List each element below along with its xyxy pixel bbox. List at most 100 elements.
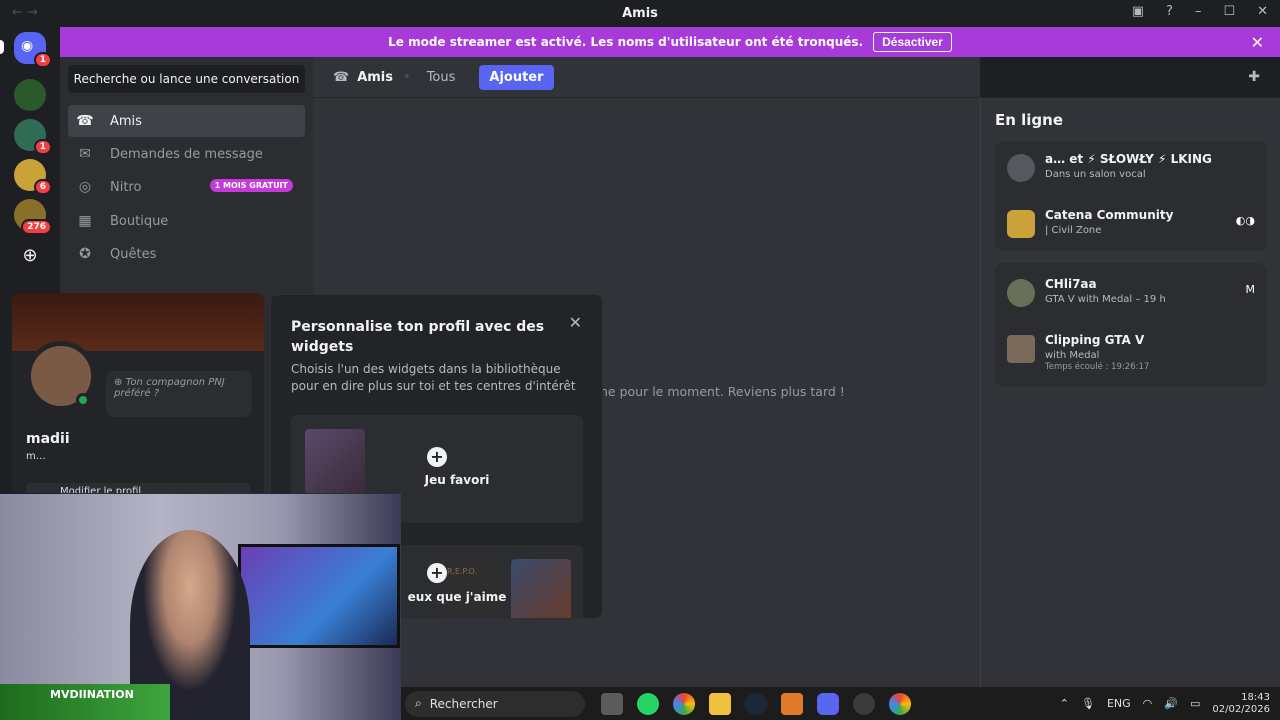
- server-icon-2[interactable]: 1: [14, 119, 52, 155]
- mic-icon[interactable]: 🎙: [1081, 697, 1095, 710]
- server-icon-mvdiination[interactable]: [14, 79, 46, 111]
- discord-home-button[interactable]: ◉ 1: [14, 32, 52, 68]
- tab-all[interactable]: Tous: [427, 70, 456, 85]
- active-now-heading: En ligne: [995, 111, 1064, 129]
- activity-sub: with Medal: [1045, 350, 1100, 361]
- server-icon-3[interactable]: 6: [14, 159, 52, 195]
- activity-item[interactable]: Clipping GTA V with Medal Temps écoulé :…: [995, 325, 1267, 385]
- search-icon: ⌕: [415, 696, 422, 710]
- medal-icon: M: [1245, 283, 1256, 296]
- game-thumbnail: [305, 429, 365, 493]
- discord-taskbar-icon[interactable]: [817, 692, 839, 715]
- participants-avatars: ◐◑: [1235, 214, 1255, 227]
- webcam-overlay: MVDIINATION: [0, 494, 401, 720]
- shop-icon: ▦: [78, 213, 92, 229]
- activity-item[interactable]: CHli7aa GTA V with Medal – 19 h M: [995, 269, 1267, 319]
- elapsed-time: Temps écoulé : 19:26:17: [1045, 362, 1150, 372]
- sidebar-item-nitro[interactable]: ◎ Nitro 1 MOIS GRATUIT: [68, 171, 305, 203]
- window-title: Amis: [622, 6, 658, 21]
- whatsapp-icon[interactable]: [637, 692, 659, 715]
- steam-icon[interactable]: [745, 692, 767, 715]
- plus-icon: +: [427, 563, 447, 583]
- mail-icon: ✉: [79, 146, 91, 162]
- nitro-promo-badge: 1 MOIS GRATUIT: [209, 179, 293, 192]
- edit-profile-button[interactable]: Modifier le profil: [26, 483, 250, 493]
- activity-sub: GTA V with Medal – 19 h: [1045, 294, 1166, 305]
- background-tv: [238, 544, 400, 648]
- disable-streamer-button[interactable]: Désactiver: [873, 32, 952, 52]
- activity-card[interactable]: CHli7aa GTA V with Medal – 19 h M Clippi…: [995, 263, 1267, 387]
- file-explorer-icon[interactable]: [709, 692, 731, 715]
- maximize-button[interactable]: ☐: [1223, 4, 1235, 19]
- sidebar-item-label: Amis: [110, 113, 142, 129]
- chevron-up-icon[interactable]: ⌃: [1060, 697, 1069, 710]
- activity-name: CHli7aa: [1045, 277, 1097, 291]
- add-server-icon[interactable]: ⊕: [14, 241, 46, 273]
- app-icon[interactable]: [781, 692, 803, 715]
- close-window-button[interactable]: ✕: [1257, 4, 1268, 19]
- quests-icon: ✪: [79, 246, 91, 262]
- chrome-icon[interactable]: [673, 692, 695, 715]
- activity-name: a… et ⚡ SŁOWŁY ⚡ LKING: [1045, 152, 1212, 166]
- widget-label: Jeu favori: [424, 473, 490, 487]
- plus-icon: +: [427, 447, 447, 467]
- avatar: [1007, 279, 1035, 307]
- plus-icon: ⊕: [114, 377, 126, 388]
- profile-popout: ⊕ Ton compagnon PNJ préféré ? madii m… M…: [12, 293, 264, 493]
- server-badge: 6: [33, 179, 52, 195]
- sidebar-item-quests[interactable]: ✪ Quêtes: [68, 238, 305, 270]
- add-friend-button[interactable]: Ajouter: [479, 64, 554, 90]
- window-titlebar: ← → Amis ▣ ? – ☐ ✕: [0, 0, 1280, 27]
- home-badge: 1: [33, 52, 52, 68]
- windows-taskbar: ⌕ Rechercher ⌃ 🎙 ENG ◠ 🔊 ▭ 18:43 02/02/2…: [401, 687, 1280, 720]
- conversation-search[interactable]: Recherche ou lance une conversation: [68, 65, 305, 93]
- nitro-icon: ◎: [78, 179, 92, 195]
- friends-topbar: ☎ Amis • Tous Ajouter ✚: [313, 57, 1280, 98]
- widget-label: eux que j'aime: [407, 590, 507, 604]
- widget-description: Choisis l'un des widgets dans la bibliot…: [291, 362, 576, 393]
- widget-title: Personnalise ton profil avec des widgets: [291, 319, 545, 355]
- banner-close-icon[interactable]: ✕: [1251, 33, 1264, 52]
- sidebar-item-label: Nitro: [110, 179, 142, 195]
- system-tray: ⌃ 🎙 ENG ◠ 🔊 ▭ 18:43 02/02/2026: [1060, 687, 1270, 720]
- taskbar-search[interactable]: ⌕ Rechercher: [405, 690, 585, 717]
- close-icon[interactable]: ✕: [569, 313, 582, 332]
- npc-companion-field[interactable]: ⊕ Ton compagnon PNJ préféré ?: [106, 371, 252, 417]
- inbox-icon[interactable]: ▣: [1132, 4, 1144, 19]
- new-group-dm-icon[interactable]: ✚: [1248, 69, 1260, 85]
- obs-icon[interactable]: [853, 692, 875, 715]
- wifi-icon[interactable]: ◠: [1143, 697, 1153, 710]
- sidebar-item-label: Quêtes: [110, 246, 157, 262]
- sidebar-item-amis[interactable]: ☎ Amis: [68, 105, 305, 137]
- activity-card[interactable]: a… et ⚡ SŁOWŁY ⚡ LKING Dans un salon voc…: [995, 141, 1267, 251]
- discord-logo-icon: ◉: [21, 38, 34, 54]
- server-badge: 276: [21, 219, 52, 235]
- clock[interactable]: 18:43 02/02/2026: [1212, 692, 1270, 716]
- game-thumbnail: [511, 559, 571, 618]
- profile-name: madii: [26, 431, 70, 447]
- sidebar-item-shop[interactable]: ▦ Boutique: [68, 205, 305, 237]
- battery-icon[interactable]: ▭: [1190, 697, 1200, 710]
- server-icon-4[interactable]: 276: [14, 199, 52, 235]
- activity-item[interactable]: Catena Community | Civil Zone ◐◑: [995, 200, 1267, 250]
- sidebar-item-label: Boutique: [110, 213, 169, 229]
- profile-handle: m…: [26, 451, 46, 462]
- selected-pill: [0, 40, 4, 54]
- volume-icon[interactable]: 🔊: [1164, 697, 1178, 710]
- sidebar-item-message-requests[interactable]: ✉ Demandes de message: [68, 138, 305, 170]
- task-view-icon[interactable]: [601, 692, 623, 715]
- friends-icon: ☎: [333, 69, 350, 85]
- minimize-button[interactable]: –: [1195, 4, 1202, 19]
- taskbar-apps: [601, 692, 911, 715]
- help-icon[interactable]: ?: [1166, 4, 1173, 19]
- online-status-icon: [76, 393, 90, 407]
- language-indicator[interactable]: ENG: [1107, 697, 1131, 710]
- sidebar-item-label: Demandes de message: [110, 146, 263, 162]
- activity-item[interactable]: a… et ⚡ SŁOWŁY ⚡ LKING Dans un salon voc…: [995, 144, 1267, 194]
- server-badge: 1: [33, 139, 52, 155]
- game-icon: [1007, 335, 1035, 363]
- page-title: Amis: [357, 69, 394, 85]
- chrome-profile-icon[interactable]: [889, 692, 911, 715]
- banner-message: Le mode streamer est activé. Les noms d'…: [388, 35, 864, 49]
- friends-icon: ☎: [76, 113, 94, 129]
